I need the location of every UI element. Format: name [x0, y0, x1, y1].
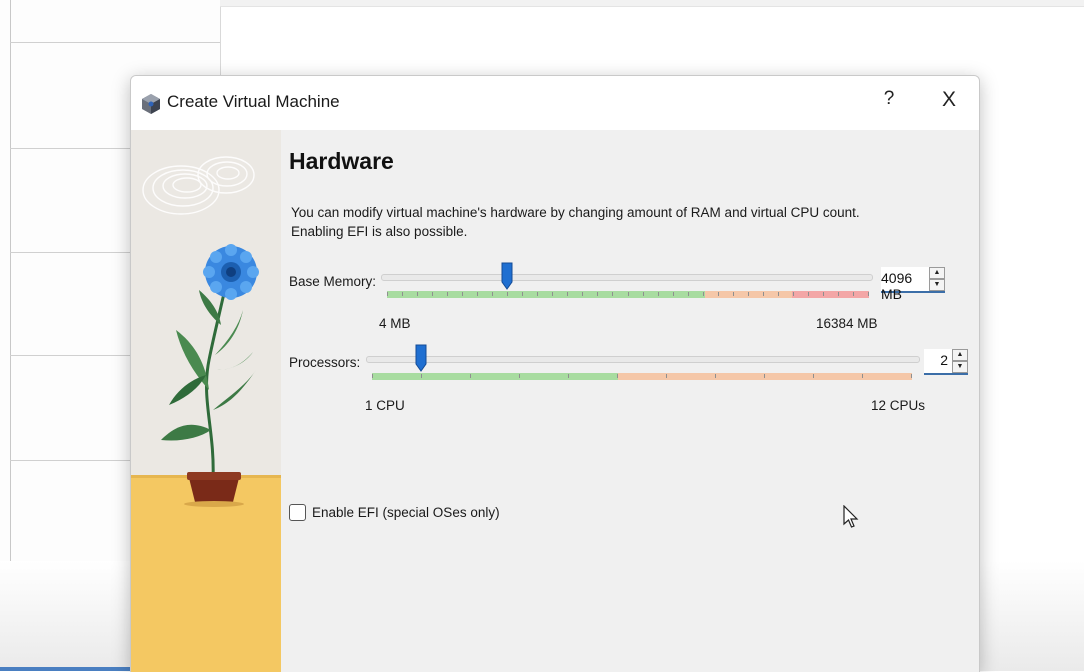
slider-tick [567, 292, 568, 296]
processors-max-label: 12 CPUs [871, 398, 926, 413]
dialog-title: Create Virtual Machine [167, 92, 340, 111]
processors-slider-track[interactable] [366, 356, 920, 363]
slider-tick [911, 374, 912, 378]
base-memory-min-label: 4 MB [379, 316, 411, 331]
slider-tick [823, 292, 824, 296]
description-line-1: You can modify virtual machine's hardwar… [291, 205, 860, 220]
slider-tick [477, 292, 478, 296]
base-memory-spinbox[interactable]: 4096 MB ▲ ▼ [881, 267, 945, 302]
slider-tick [522, 292, 523, 296]
slider-tick [582, 292, 583, 296]
slider-tick [552, 292, 553, 296]
base-memory-max-label: 16384 MB [816, 316, 878, 331]
slider-tick [733, 292, 734, 296]
slider-tick [778, 292, 779, 296]
slider-tick [658, 292, 659, 296]
dialog-titlebar[interactable]: Create Virtual Machine ? X [131, 76, 979, 130]
processors-spinbox[interactable]: 2 ▲ ▼ [924, 349, 968, 375]
slider-tick [715, 374, 716, 378]
slider-tick [793, 292, 794, 296]
processors-label: Processors: [289, 355, 361, 370]
slider-tick [813, 374, 814, 378]
background-taskbar-accent [0, 667, 130, 671]
slider-tick [372, 374, 373, 378]
slider-tick [853, 292, 854, 296]
help-button[interactable]: ? [879, 88, 899, 110]
slider-tick [612, 292, 613, 296]
wizard-content: Hardware You can modify virtual machine'… [281, 130, 979, 672]
enable-efi-checkbox[interactable] [289, 504, 306, 521]
page-description: You can modify virtual machine's hardwar… [291, 203, 860, 241]
slider-tick [470, 374, 471, 378]
base-memory-slider-thumb[interactable] [501, 262, 513, 290]
slider-tick [432, 292, 433, 296]
slider-tick [763, 292, 764, 296]
spin-down-icon[interactable]: ▼ [952, 361, 968, 373]
close-button[interactable]: X [937, 88, 961, 112]
slider-tick [402, 292, 403, 296]
slider-tick [537, 292, 538, 296]
slider-tick [447, 292, 448, 296]
slider-tick [617, 374, 618, 378]
spin-up-icon[interactable]: ▲ [952, 349, 968, 361]
slider-tick [417, 292, 418, 296]
processors-spin-arrows[interactable]: ▲ ▼ [952, 349, 968, 373]
mouse-cursor-icon [843, 505, 859, 528]
slider-tick [597, 292, 598, 296]
slider-tick [421, 374, 422, 378]
slider-tick [808, 292, 809, 296]
create-vm-dialog: Create Virtual Machine ? X Hardware You … [130, 75, 980, 672]
slider-tick [764, 374, 765, 378]
page-title: Hardware [289, 148, 394, 174]
slider-tick [492, 292, 493, 296]
base-memory-ticks [387, 291, 869, 298]
base-memory-value[interactable]: 4096 MB [881, 270, 925, 302]
background-app-header [220, 0, 1084, 7]
spin-down-icon[interactable]: ▼ [929, 279, 945, 291]
slider-tick [568, 374, 569, 378]
description-line-2: Enabling EFI is also possible. [291, 224, 468, 239]
processors-value[interactable]: 2 [940, 352, 948, 368]
spin-up-icon[interactable]: ▲ [929, 267, 945, 279]
slider-tick [666, 374, 667, 378]
slider-tick [838, 292, 839, 296]
slider-tick [507, 292, 508, 296]
slider-tick [862, 374, 863, 378]
processors-ticks [372, 373, 912, 380]
base-memory-slider-track[interactable] [381, 274, 873, 281]
slider-tick [628, 292, 629, 296]
processors-min-label: 1 CPU [365, 398, 405, 413]
base-memory-spin-arrows[interactable]: ▲ ▼ [929, 267, 945, 291]
slider-tick [673, 292, 674, 296]
slider-tick [519, 374, 520, 378]
slider-tick [643, 292, 644, 296]
slider-tick [387, 292, 388, 296]
slider-tick [688, 292, 689, 296]
slider-tick [748, 292, 749, 296]
enable-efi-label: Enable EFI (special OSes only) [312, 505, 500, 520]
enable-efi-checkbox-row[interactable]: Enable EFI (special OSes only) [289, 504, 500, 521]
processors-slider-thumb[interactable] [415, 344, 427, 372]
wizard-illustration [131, 130, 281, 672]
slider-tick [703, 292, 704, 296]
base-memory-label: Base Memory: [289, 274, 377, 289]
slider-tick [462, 292, 463, 296]
slider-tick [718, 292, 719, 296]
slider-tick [868, 292, 869, 296]
virtualbox-logo-icon [142, 94, 160, 114]
